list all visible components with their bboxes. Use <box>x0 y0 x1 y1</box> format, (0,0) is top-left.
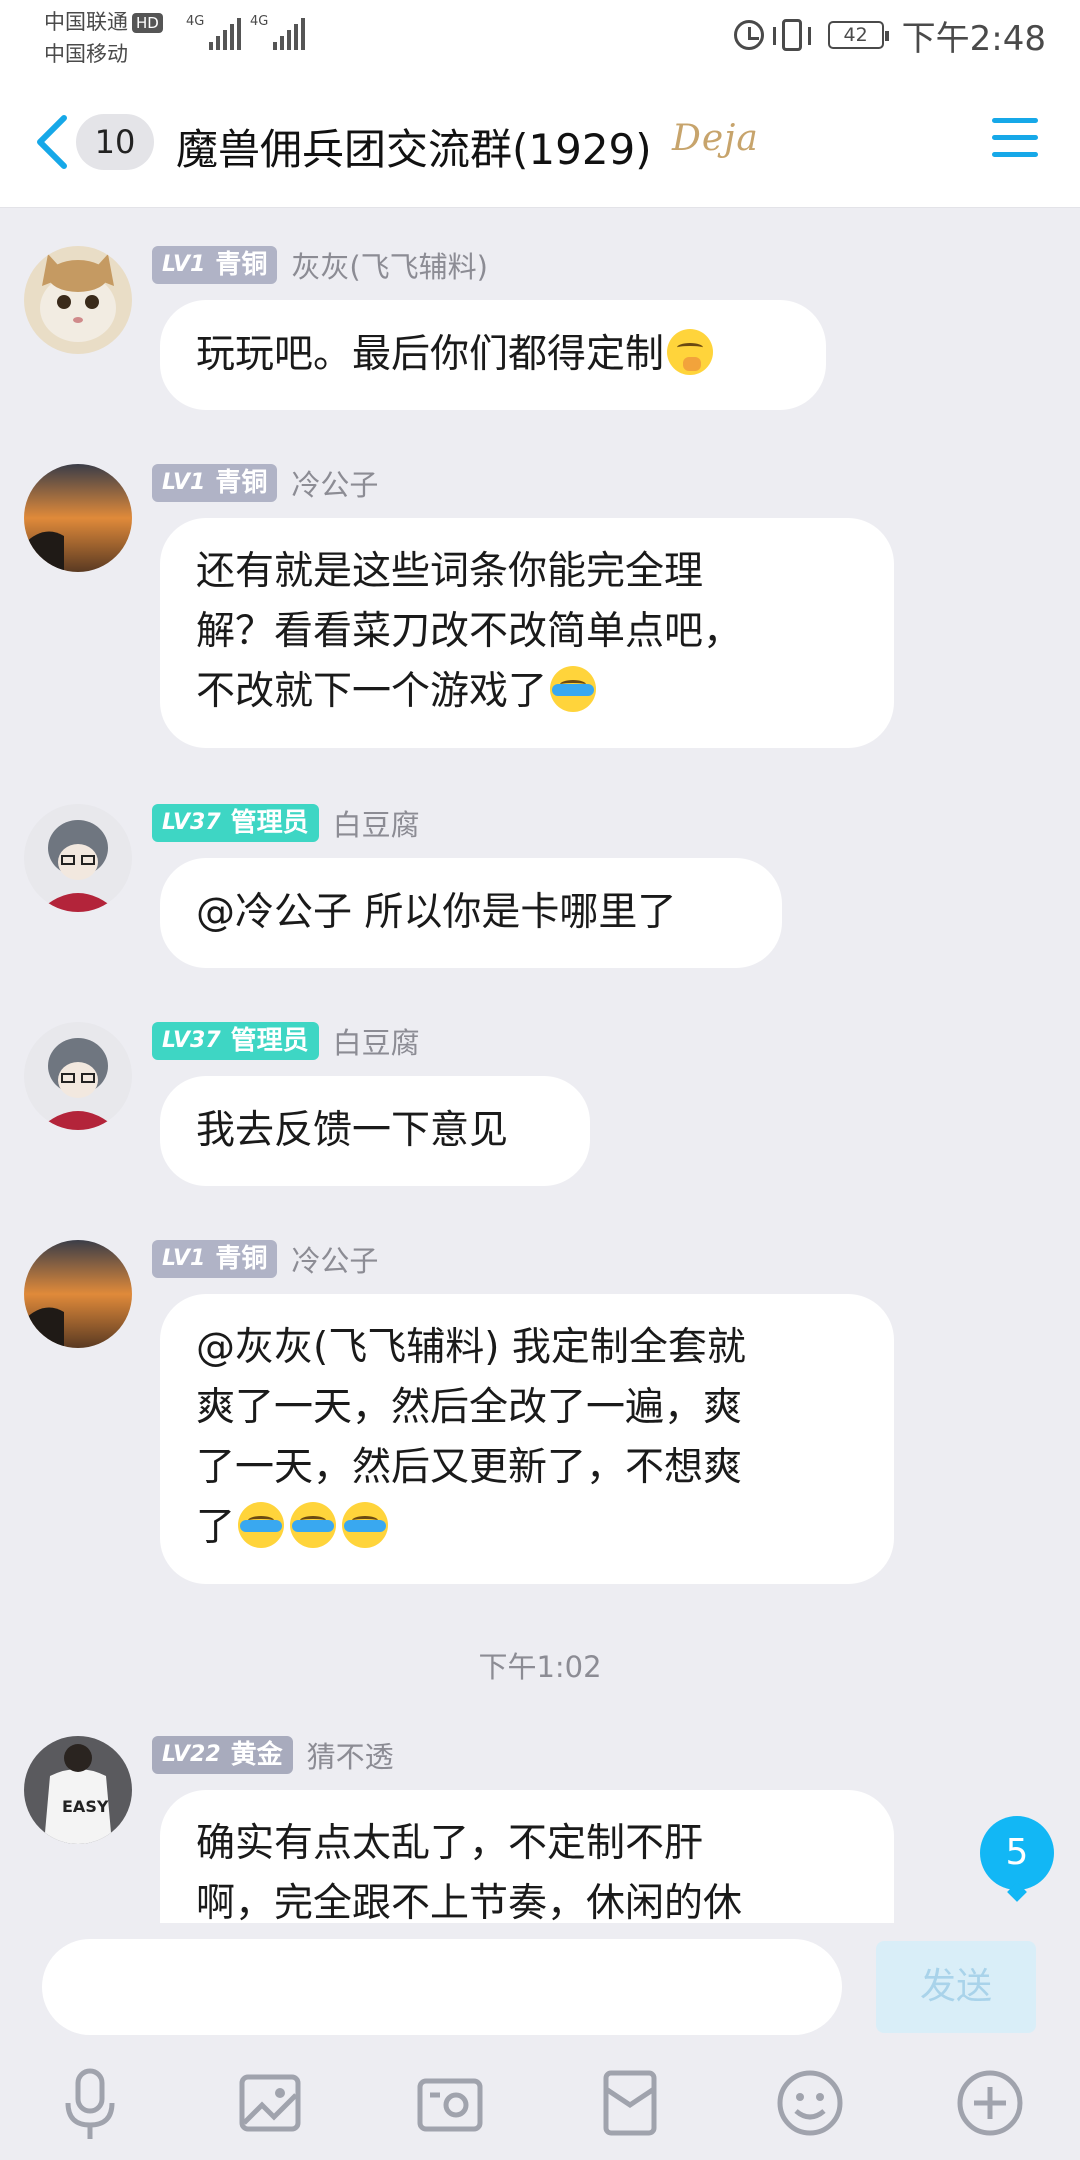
message-text: 了 <box>196 1505 236 1550</box>
message-bubble[interactable]: @灰灰(飞飞辅料) 我定制全套就 爽了一天，然后全改了一遍，爽 了一天，然后又更… <box>160 1294 894 1584</box>
signal-icon: 4G <box>250 14 306 50</box>
mic-icon <box>65 2068 115 2139</box>
network-type-label: 4G <box>250 14 269 29</box>
toolbar <box>0 2063 1080 2155</box>
message-text: @灰灰(飞飞辅料) 我定制全套就 <box>196 1325 746 1370</box>
message-bubble[interactable]: @冷公子 所以你是卡哪里了 <box>160 858 782 968</box>
carrier-2: 中国移动 <box>44 42 128 66</box>
chat-area[interactable]: LV1 青铜 灰灰(飞飞辅料) 玩玩吧。最后你们都得定制 LV1 青铜 冷公子 还有… <box>0 208 1080 1923</box>
sender-name[interactable]: 猜不透 <box>307 1734 394 1776</box>
plus-button[interactable] <box>950 2063 1030 2143</box>
unread-count-badge[interactable]: 10 <box>76 114 154 170</box>
message-bubble[interactable]: 玩玩吧。最后你们都得定制 <box>160 300 826 410</box>
image-button[interactable] <box>230 2063 310 2143</box>
crying-emoji-icon <box>238 1502 285 1548</box>
avatar[interactable]: EASY <box>24 1736 132 1844</box>
red-packet-button[interactable] <box>590 2063 670 2143</box>
hamburger-icon <box>992 118 1038 123</box>
message-text: 爽了一天，然后全改了一遍，爽 <box>196 1385 743 1430</box>
message-bubble[interactable]: 我去反馈一下意见 <box>160 1076 590 1186</box>
message-text: 还有就是这些词条你能完全理 <box>196 549 704 594</box>
vibrate-icon <box>772 19 811 51</box>
message-meta: LV1 青铜 冷公子 <box>152 1240 378 1278</box>
message-text: 不改就下一个游戏了 <box>196 669 548 714</box>
input-bar: 发送 <box>0 1923 1080 2160</box>
level-badge: LV1 青铜 <box>152 246 278 284</box>
message-meta: LV1 青铜 灰灰(飞飞辅料) <box>152 246 488 284</box>
avatar[interactable] <box>24 804 132 912</box>
sender-name[interactable]: 白豆腐 <box>333 1020 420 1062</box>
time-divider: 下午1:02 <box>478 1650 602 1684</box>
image-icon <box>239 2074 301 2132</box>
carrier-1: 中国联通 <box>44 10 128 34</box>
hd-badge: HD <box>132 13 163 33</box>
network-type-label: 4G <box>186 14 205 29</box>
battery-icon: 42 <box>827 21 889 49</box>
avatar[interactable] <box>24 464 132 572</box>
send-button[interactable]: 发送 <box>876 1941 1036 2033</box>
chat-header: 10 魔兽佣兵团交流群(1929) Deja <box>0 70 1080 208</box>
avatar[interactable] <box>24 1240 132 1348</box>
emoji-button[interactable] <box>770 2063 850 2143</box>
alarm-icon <box>733 20 764 50</box>
level-badge: LV1 青铜 <box>152 1240 278 1278</box>
crying-emoji-icon <box>342 1502 389 1548</box>
clock: 下午2:48 <box>901 18 1046 59</box>
deja-logo: Deja <box>672 118 759 159</box>
chevron-left-icon <box>37 115 67 169</box>
emoji-icon <box>777 2070 843 2136</box>
message-meta: LV37 管理员 白豆腐 <box>152 1022 420 1060</box>
camera-button[interactable] <box>410 2063 490 2143</box>
red-packet-icon <box>603 2070 657 2136</box>
group-title[interactable]: 魔兽佣兵团交流群(1929) <box>176 116 652 177</box>
crying-emoji-icon <box>550 666 597 712</box>
message-text: 确实有点太乱了，不定制不肝 <box>196 1821 704 1866</box>
back-button[interactable] <box>30 112 78 172</box>
signal-icon: 4G <box>186 14 242 50</box>
plus-icon <box>957 2070 1023 2136</box>
menu-button[interactable] <box>992 118 1038 160</box>
avatar[interactable] <box>24 246 132 354</box>
message-text: @冷公子 所以你是卡哪里了 <box>196 890 677 935</box>
svg-text:EASY: EASY <box>62 1797 109 1816</box>
status-right: 42 下午2:48 <box>733 10 1046 60</box>
message-text: 玩玩吧。最后你们都得定制 <box>196 332 665 377</box>
level-badge: LV22 黄金 <box>152 1736 293 1774</box>
sender-name[interactable]: 白豆腐 <box>333 802 420 844</box>
message-meta: LV22 黄金 猜不透 <box>152 1736 394 1774</box>
mic-button[interactable] <box>50 2063 130 2143</box>
crying-emoji-icon <box>290 1502 337 1548</box>
sender-name[interactable]: 冷公子 <box>291 462 378 504</box>
message-bubble[interactable]: 还有就是这些词条你能完全理 解？看看菜刀改不改简单点吧， 不改就下一个游戏了 <box>160 518 894 748</box>
sender-name[interactable]: 灰灰(飞飞辅料) <box>291 244 488 286</box>
camera-icon <box>417 2078 483 2132</box>
level-badge: LV1 青铜 <box>152 464 278 502</box>
smirk-emoji-icon <box>667 329 714 375</box>
message-meta: LV1 青铜 冷公子 <box>152 464 378 502</box>
carrier-info: 中国联通 HD 中国移动 <box>44 6 163 70</box>
message-bubble[interactable]: 确实有点太乱了，不定制不肝 啊，完全跟不上节奏，休闲的休 <box>160 1790 894 1923</box>
sender-name[interactable]: 冷公子 <box>291 1238 378 1280</box>
status-bar: 中国联通 HD 中国移动 4G 4G 42 下午2:48 <box>0 0 1080 70</box>
message-meta: LV37 管理员 白豆腐 <box>152 804 420 842</box>
message-text: 我去反馈一下意见 <box>196 1108 509 1153</box>
new-messages-badge[interactable]: 5 <box>980 1816 1054 1890</box>
message-text: 解？看看菜刀改不改简单点吧， <box>196 609 743 654</box>
level-badge: LV37 管理员 <box>152 804 319 842</box>
message-input[interactable] <box>42 1939 842 2035</box>
message-text: 了一天，然后又更新了，不想爽 <box>196 1445 743 1490</box>
message-text: 啊，完全跟不上节奏，休闲的休 <box>196 1881 743 1923</box>
level-badge: LV37 管理员 <box>152 1022 319 1060</box>
avatar[interactable] <box>24 1022 132 1130</box>
